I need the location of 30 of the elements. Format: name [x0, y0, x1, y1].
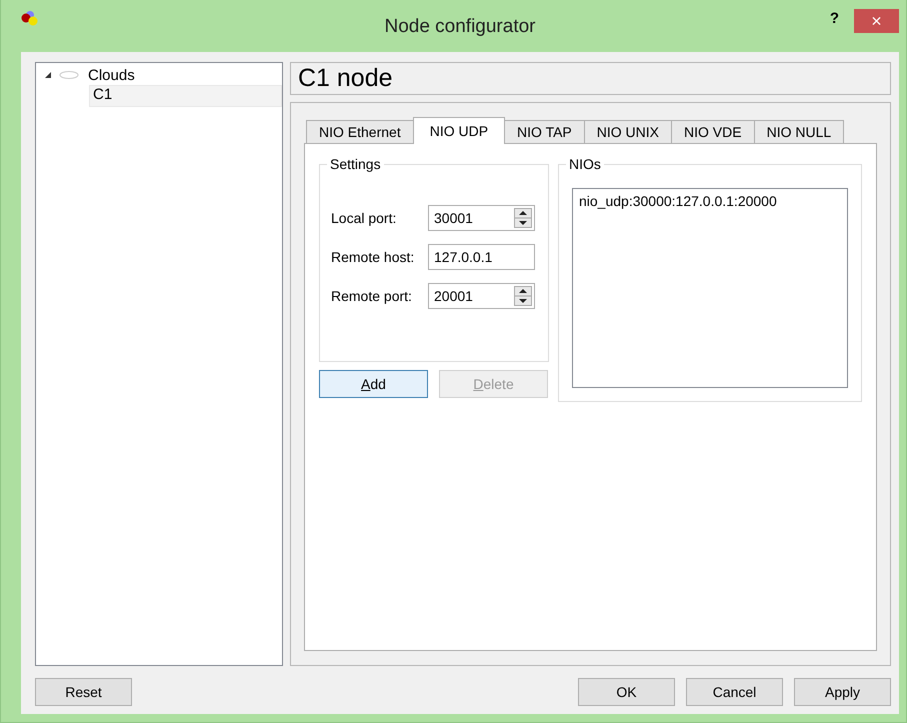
group-title: NIOs — [566, 156, 604, 172]
dialog-button[interactable]: OK — [578, 678, 675, 706]
close-button[interactable]: × — [854, 9, 899, 33]
expand-arrow-icon[interactable] — [44, 71, 52, 79]
tab[interactable]: NIO UNIX — [584, 120, 672, 143]
spin-arrows-icon[interactable] — [514, 208, 532, 228]
spin-box[interactable]: 30001 — [428, 205, 535, 231]
node-title: C1 node — [290, 62, 891, 95]
tab[interactable]: NIO TAP — [504, 120, 585, 143]
action-button[interactable]: Add — [319, 370, 428, 398]
input-field[interactable]: 127.0.0.1 — [428, 244, 535, 270]
tree-item[interactable]: Clouds — [86, 66, 137, 84]
group-title: Settings — [327, 156, 384, 172]
field-label: Remote host: — [331, 249, 416, 265]
spin-box[interactable]: 20001 — [428, 283, 535, 309]
dialog-button[interactable]: Cancel — [686, 678, 783, 706]
cloud-icon — [58, 70, 80, 80]
tab[interactable]: NIO UDP — [412, 117, 506, 144]
field-label: Local port: — [331, 210, 398, 226]
tab[interactable]: NIO VDE — [671, 120, 755, 143]
list-item[interactable]: nio_udp:30000:127.0.0.1:20000 — [579, 193, 841, 209]
field-label: Remote port: — [331, 288, 413, 304]
tab[interactable]: NIO Ethernet — [306, 120, 414, 143]
spin-arrows-icon[interactable] — [514, 286, 532, 306]
dialog-button[interactable]: Apply — [794, 678, 891, 706]
help-button[interactable]: ? — [826, 10, 843, 27]
reset-button[interactable]: Reset — [35, 678, 132, 706]
tree-item[interactable]: C1 — [89, 85, 282, 107]
tab[interactable]: NIO NULL — [754, 120, 844, 143]
window-title: Node configurator — [384, 16, 536, 38]
